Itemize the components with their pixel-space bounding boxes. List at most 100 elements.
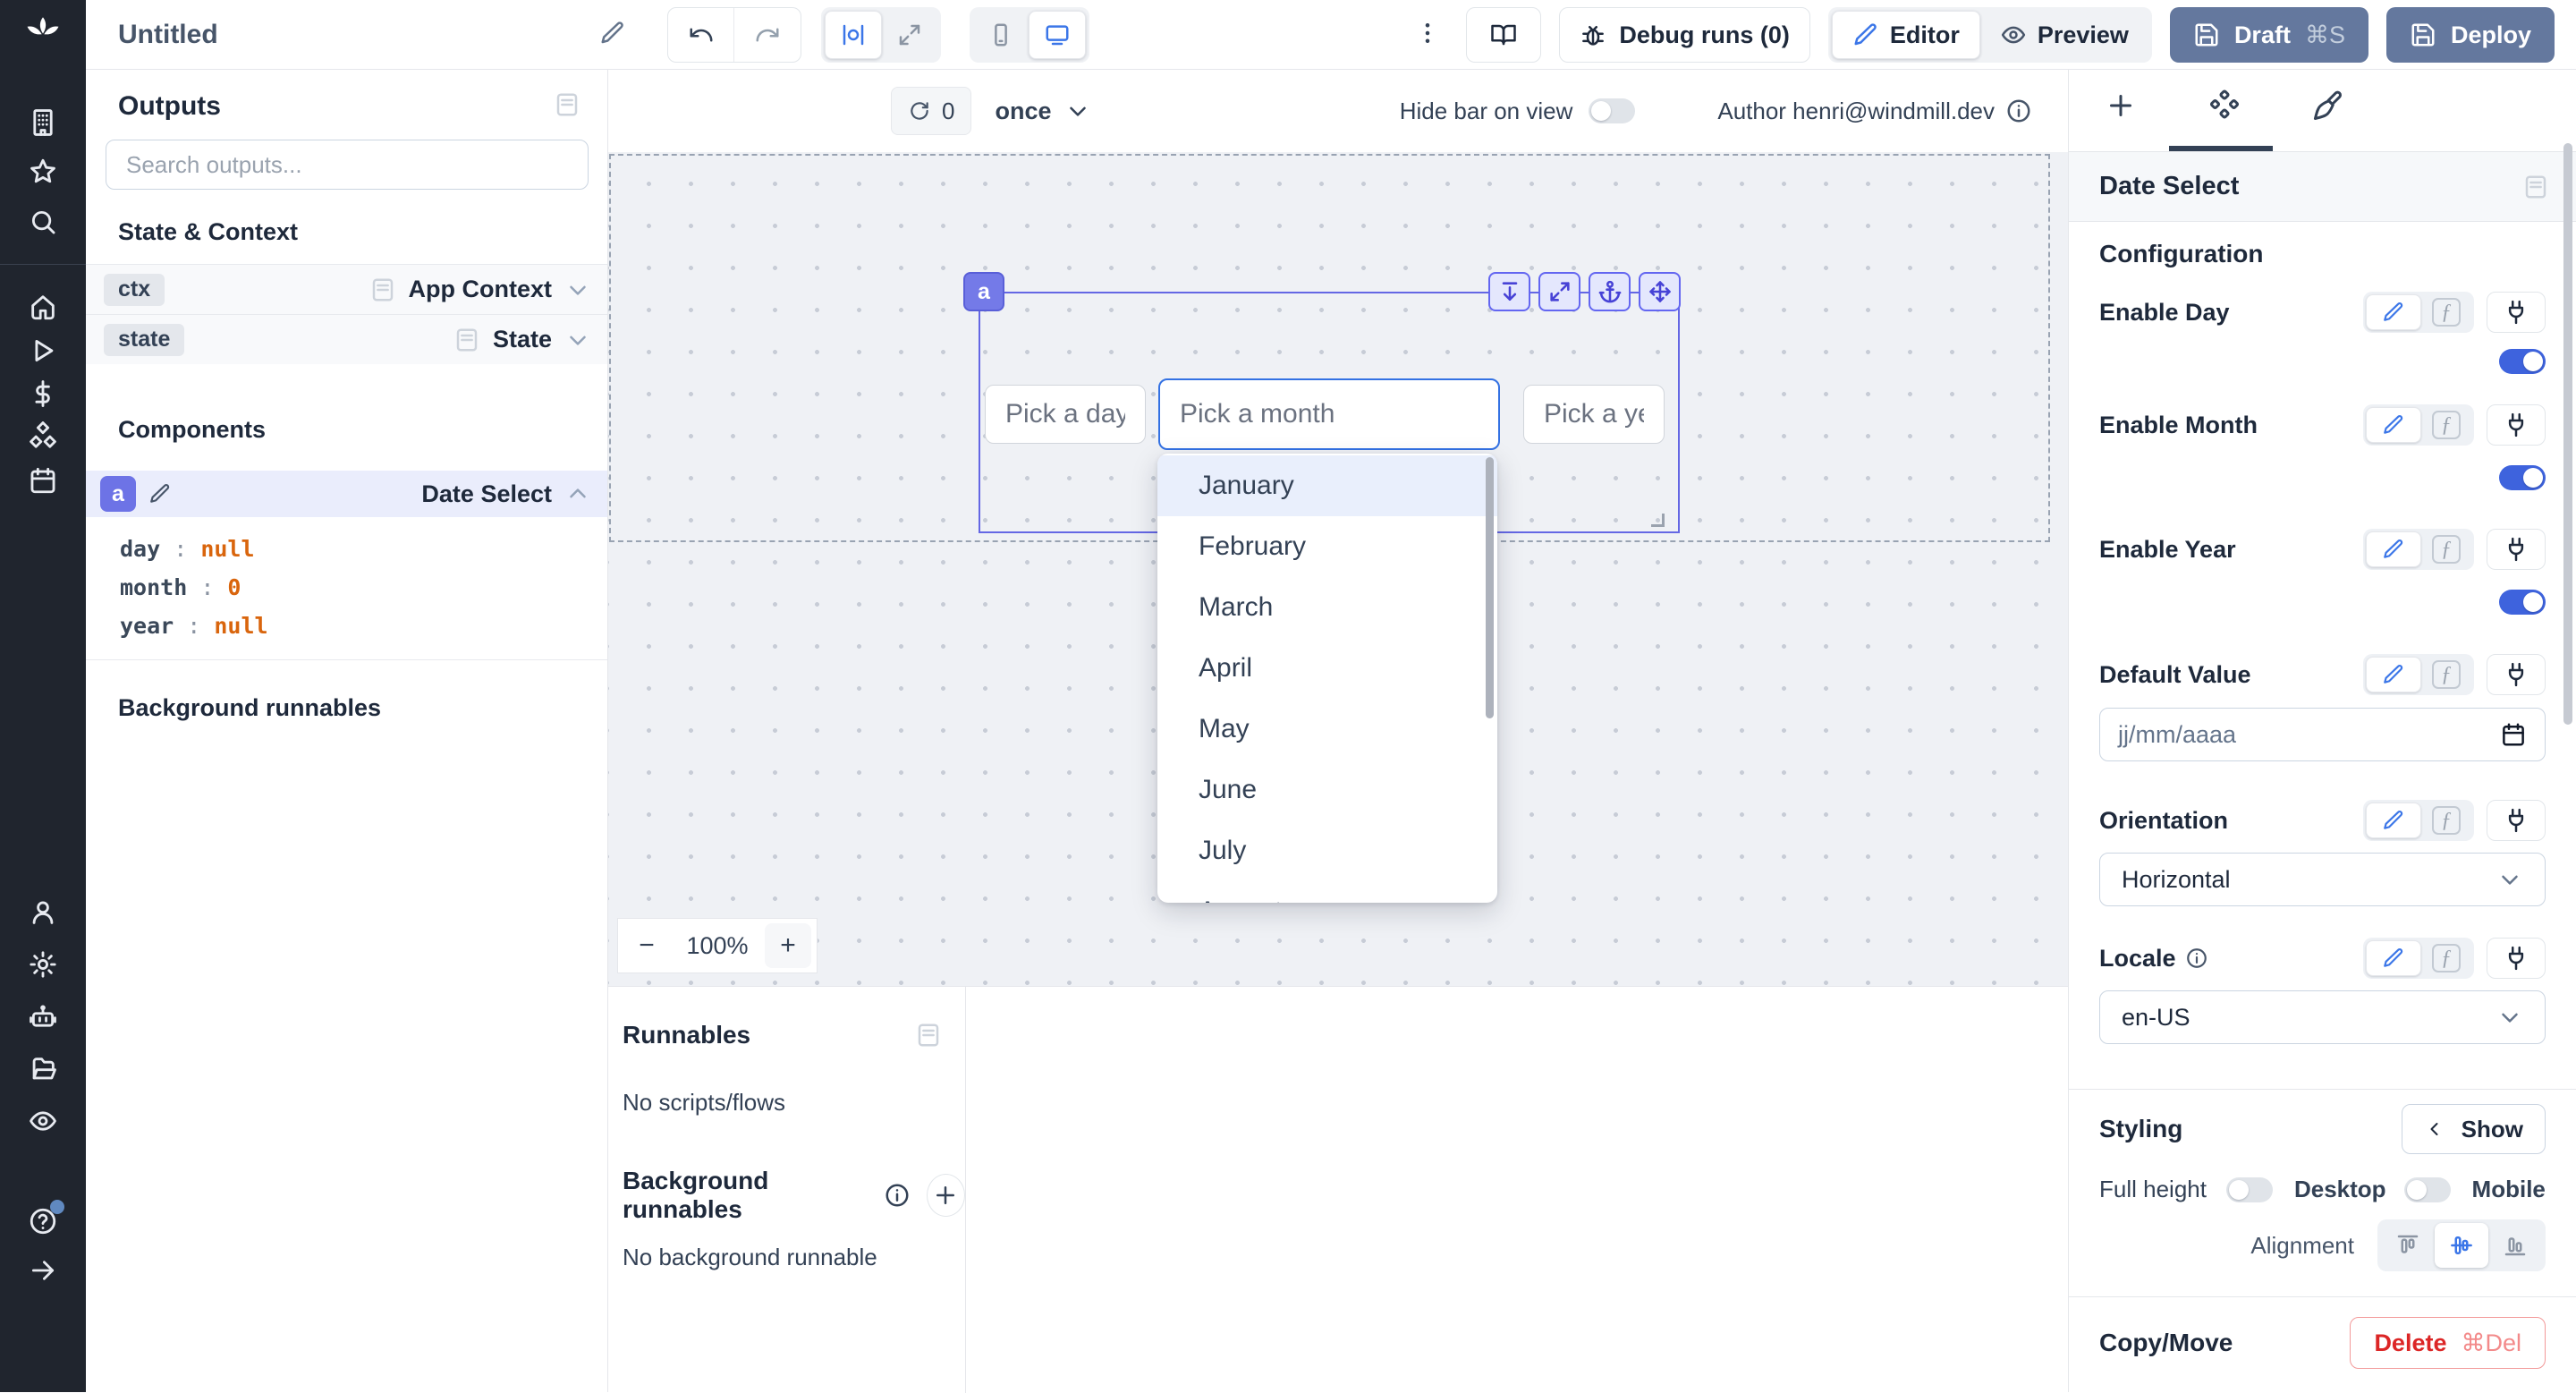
centered-layout-button[interactable]	[825, 11, 882, 59]
zoom-out-button[interactable]: −	[618, 919, 675, 973]
preview-tab[interactable]: Preview	[1980, 11, 2148, 59]
static-edit-pencil-button[interactable]	[2366, 531, 2421, 567]
pencil-icon[interactable]	[148, 482, 172, 505]
schedule-mode-select[interactable]: once	[995, 98, 1090, 125]
runs-icon[interactable]	[25, 333, 61, 369]
component-id-badge[interactable]: a	[963, 272, 1004, 311]
pick-day-input[interactable]	[985, 385, 1146, 444]
debug-runs-button[interactable]: Debug runs (0)	[1559, 7, 1810, 63]
hide-bar-toggle[interactable]	[1589, 98, 1635, 123]
align-center-button[interactable]	[2435, 1223, 2488, 1268]
search-outputs-input[interactable]	[106, 140, 589, 190]
panel-doc-icon[interactable]	[2522, 174, 2549, 200]
pick-year-input[interactable]	[1523, 385, 1665, 444]
connect-plug-button[interactable]	[2487, 529, 2546, 570]
month-option[interactable]: April	[1157, 638, 1497, 699]
draft-button[interactable]: Draft ⌘S	[2170, 7, 2368, 63]
anchor-button[interactable]	[1589, 272, 1631, 311]
month-option[interactable]: February	[1157, 516, 1497, 577]
schedules-icon[interactable]	[25, 463, 61, 498]
deploy-button[interactable]: Deploy	[2386, 7, 2555, 63]
delete-component-button[interactable]: Delete ⌘Del	[2350, 1317, 2546, 1369]
static-edit-pencil-button[interactable]	[2366, 294, 2421, 330]
month-option[interactable]: June	[1157, 760, 1497, 820]
panel-doc-icon[interactable]	[554, 91, 580, 118]
align-top-button[interactable]	[2381, 1223, 2435, 1268]
chevron-down-icon[interactable]	[564, 276, 591, 303]
ai-bot-icon[interactable]	[25, 999, 61, 1035]
home-icon[interactable]	[25, 289, 61, 325]
eval-fx-button[interactable]: ƒ	[2421, 803, 2471, 838]
favorites-star-icon[interactable]	[25, 154, 61, 190]
desktop-view-button[interactable]	[1029, 11, 1086, 59]
month-option[interactable]: March	[1157, 577, 1497, 638]
add-background-runnable-button[interactable]	[927, 1174, 965, 1217]
connect-plug-button[interactable]	[2487, 404, 2546, 446]
panel-doc-icon[interactable]	[915, 1022, 942, 1049]
move-handle-button[interactable]	[1639, 272, 1681, 311]
calendar-icon[interactable]	[2500, 721, 2527, 748]
eval-fx-button[interactable]: ƒ	[2421, 407, 2471, 443]
docs-book-button[interactable]	[1466, 7, 1541, 63]
tab-insert-component[interactable]	[2069, 89, 2173, 122]
undo-button[interactable]	[668, 8, 734, 62]
enable-day-toggle[interactable]	[2499, 349, 2546, 374]
styling-show-button[interactable]: Show	[2402, 1104, 2546, 1154]
refresh-count-button[interactable]: 0	[891, 87, 971, 135]
state-row[interactable]: state State	[86, 314, 607, 364]
settings-gear-icon[interactable]	[25, 947, 61, 982]
pick-month-input[interactable]	[1158, 378, 1500, 450]
eval-fx-button[interactable]: ƒ	[2421, 940, 2471, 976]
locale-select[interactable]: en-US	[2099, 990, 2546, 1044]
search-icon[interactable]	[25, 204, 61, 240]
desktop-toggle[interactable]	[2404, 1177, 2451, 1202]
more-menu-kebab-icon[interactable]	[1407, 20, 1448, 51]
info-icon[interactable]	[2005, 98, 2032, 124]
help-icon[interactable]	[25, 1203, 61, 1239]
orientation-select[interactable]: Horizontal	[2099, 853, 2546, 906]
info-icon[interactable]	[2185, 947, 2208, 970]
windmill-logo[interactable]	[0, 0, 86, 70]
static-edit-pencil-button[interactable]	[2366, 407, 2421, 443]
static-edit-pencil-button[interactable]	[2366, 657, 2421, 692]
audit-eye-icon[interactable]	[25, 1103, 61, 1139]
connect-plug-button[interactable]	[2487, 800, 2546, 841]
default-value-date-input[interactable]: jj/mm/aaaa	[2099, 708, 2546, 761]
dropdown-scrollbar[interactable]	[1486, 457, 1494, 718]
component-row-a[interactable]: a Date Select	[86, 471, 607, 517]
expand-down-button[interactable]	[1488, 272, 1530, 311]
connect-plug-button[interactable]	[2487, 292, 2546, 333]
connect-plug-button[interactable]	[2487, 938, 2546, 979]
info-icon[interactable]	[884, 1182, 911, 1209]
enable-month-toggle[interactable]	[2499, 465, 2546, 490]
static-edit-pencil-button[interactable]	[2366, 940, 2421, 976]
fullscreen-button[interactable]	[1538, 272, 1580, 311]
eval-fx-button[interactable]: ƒ	[2421, 657, 2471, 692]
edit-title-pencil-icon[interactable]	[599, 20, 626, 51]
month-option[interactable]: July	[1157, 820, 1497, 881]
month-option[interactable]: January	[1157, 455, 1497, 516]
resize-handle[interactable]	[1651, 514, 1665, 527]
redo-button[interactable]	[734, 8, 801, 62]
static-edit-pencil-button[interactable]	[2366, 803, 2421, 838]
fullwidth-layout-button[interactable]	[882, 11, 937, 59]
variables-icon[interactable]	[25, 376, 61, 412]
full-height-toggle[interactable]	[2226, 1177, 2273, 1202]
tab-component-settings[interactable]	[2173, 89, 2276, 122]
mobile-view-button[interactable]	[973, 11, 1029, 59]
app-canvas[interactable]: a January February March April May June …	[608, 152, 2068, 986]
connect-plug-button[interactable]	[2487, 654, 2546, 695]
month-option[interactable]: May	[1157, 699, 1497, 760]
eval-fx-button[interactable]: ƒ	[2421, 294, 2471, 330]
zoom-in-button[interactable]: +	[765, 923, 811, 968]
align-bottom-button[interactable]	[2488, 1223, 2542, 1268]
user-icon[interactable]	[25, 895, 61, 930]
chevron-up-icon[interactable]	[564, 480, 591, 507]
workspace-icon[interactable]	[25, 105, 61, 140]
month-option[interactable]: August	[1157, 881, 1497, 903]
page-scrollbar[interactable]	[2563, 143, 2572, 725]
chevron-down-icon[interactable]	[564, 327, 591, 353]
folders-icon[interactable]	[25, 1051, 61, 1087]
editor-tab[interactable]: Editor	[1832, 11, 1980, 59]
eval-fx-button[interactable]: ƒ	[2421, 531, 2471, 567]
